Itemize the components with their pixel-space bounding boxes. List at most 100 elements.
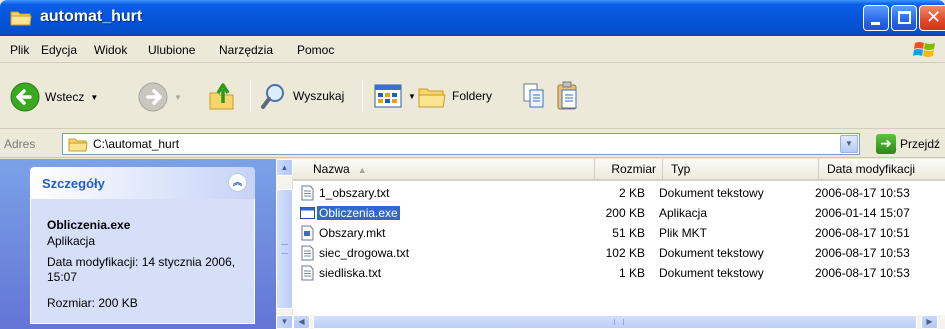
file-size: 2 KB (618, 186, 645, 200)
column-headers: Nazwa ▲ Rozmiar Typ Data modyfikacji (293, 159, 945, 181)
folder-icon (10, 11, 32, 26)
up-folder-button[interactable] (207, 81, 237, 111)
folders-label: Foldery (452, 89, 493, 103)
details-size: Rozmiar: 200 KB (47, 296, 138, 310)
minimize-button[interactable] (863, 5, 889, 31)
file-type: Dokument tekstowy (659, 266, 764, 280)
copy-to-button[interactable] (522, 82, 546, 110)
address-bar: Adres C:\automat_hurt ▼ ➜ Przejdź (0, 130, 945, 158)
file-date: 2006-08-17 10:53 (815, 246, 910, 260)
scroll-down-icon[interactable]: ▼ (276, 315, 293, 329)
details-body: Obliczenia.exe Aplikacja Data modyfikacj… (30, 199, 255, 324)
search-button[interactable]: Wyszukaj (260, 82, 344, 110)
table-row[interactable]: siec_drogowa.txt 102 KB Dokument tekstow… (293, 243, 945, 263)
details-panel: Szczegóły ︽ Obliczenia.exe Aplikacja Dat… (30, 167, 255, 324)
menu-ulubione[interactable]: Ulubione (148, 43, 195, 57)
folders-icon (418, 88, 446, 108)
file-name: siedliska.txt (319, 266, 382, 280)
file-type: Dokument tekstowy (659, 186, 764, 200)
title-bar[interactable]: automat_hurt ✕ (0, 0, 945, 36)
address-label: Adres (4, 137, 36, 151)
file-date: 2006-01-14 15:07 (815, 206, 910, 220)
file-type: Dokument tekstowy (659, 246, 764, 260)
forward-dropdown-icon[interactable]: ▼ (174, 93, 182, 102)
file-size: 200 KB (605, 206, 645, 220)
column-header-type[interactable]: Typ (663, 159, 819, 179)
table-row[interactable]: 1_obszary.txt 2 KB Dokument tekstowy 200… (293, 183, 945, 203)
scroll-right-icon[interactable]: ▶ (921, 315, 938, 329)
details-file-name: Obliczenia.exe (47, 218, 131, 232)
minimize-icon (871, 22, 880, 25)
close-button[interactable]: ✕ (919, 5, 945, 31)
column-header-date[interactable]: Data modyfikacji (819, 159, 945, 179)
file-type: Aplikacja (659, 206, 708, 220)
file-name: siec_drogowa.txt (319, 246, 410, 260)
column-header-name[interactable]: Nazwa ▲ (293, 159, 595, 179)
address-path: C:\automat_hurt (93, 137, 180, 151)
views-dropdown-icon[interactable]: ▼ (408, 92, 416, 101)
task-pane: Szczegóły ︽ Obliczenia.exe Aplikacja Dat… (0, 159, 276, 329)
table-row[interactable]: Obliczenia.exe 200 KB Aplikacja 2006-01-… (293, 203, 945, 223)
file-date: 2006-08-17 10:53 (815, 266, 910, 280)
up-folder-icon (209, 83, 234, 110)
back-label: Wstecz (45, 90, 85, 104)
maximize-icon (898, 11, 911, 24)
details-header[interactable]: Szczegóły ︽ (30, 167, 255, 199)
menu-pomoc[interactable]: Pomoc (297, 43, 334, 57)
column-header-size[interactable]: Rozmiar (595, 159, 663, 179)
scroll-up-icon[interactable]: ▲ (276, 159, 293, 176)
file-size: 1 KB (618, 266, 645, 280)
horizontal-scroll-thumb[interactable] (313, 315, 917, 329)
file-name: 1_obszary.txt (319, 186, 390, 200)
back-arrow-icon (10, 82, 40, 112)
menu-bar: Plik Edycja Widok Ulubione Narzędzia Pom… (0, 36, 945, 63)
table-row[interactable]: Obszary.mkt 51 KB Plik MKT 2006-08-17 10… (293, 223, 945, 243)
menu-plik[interactable]: Plik (10, 43, 29, 57)
menu-edycja[interactable]: Edycja (41, 43, 77, 57)
details-title: Szczegóły (42, 176, 105, 191)
paste-icon (557, 81, 577, 110)
back-dropdown-icon[interactable]: ▼ (90, 93, 98, 102)
sort-ascending-icon: ▲ (357, 165, 367, 175)
table-row[interactable]: siedliska.txt 1 KB Dokument tekstowy 200… (293, 263, 945, 283)
window-title: automat_hurt (40, 8, 143, 25)
windows-logo-icon (913, 42, 935, 57)
text-file-icon (301, 265, 314, 281)
paste-button[interactable] (556, 81, 580, 111)
file-name: Obliczenia.exe (317, 206, 400, 220)
search-label: Wyszukaj (293, 89, 345, 103)
copy-icon (523, 83, 544, 108)
file-size: 102 KB (605, 246, 645, 260)
go-label: Przejdź (900, 137, 941, 151)
folder-icon (68, 138, 88, 152)
vertical-scrollbar[interactable]: ▲ (276, 159, 293, 315)
file-size: 51 KB (612, 226, 645, 240)
file-date: 2006-08-17 10:51 (815, 226, 910, 240)
forward-button[interactable]: ▼ (138, 82, 182, 112)
file-type: Plik MKT (659, 226, 707, 240)
details-modified: Data modyfikacji: 14 stycznia 2006, 15:0… (47, 255, 236, 284)
collapse-chevron-icon[interactable]: ︽ (228, 173, 247, 192)
text-file-icon (301, 245, 314, 261)
folders-button[interactable]: Foldery (417, 83, 492, 109)
menu-narzedzia[interactable]: Narzędzia (219, 43, 273, 57)
exe-file-icon (300, 207, 315, 219)
forward-arrow-icon (138, 82, 168, 112)
views-button[interactable]: ▼ (374, 84, 416, 108)
vertical-scroll-thumb[interactable] (276, 189, 293, 309)
address-input[interactable]: C:\automat_hurt ▼ (62, 133, 860, 155)
text-file-icon (301, 185, 314, 201)
address-dropdown-icon[interactable]: ▼ (840, 135, 858, 153)
selected-file-name: Obliczenia.exe (317, 206, 400, 220)
back-button[interactable]: Wstecz ▼ (10, 82, 98, 112)
toolbar: Wstecz ▼ ▼ Wyszukaj ▼ Foldery (0, 64, 945, 129)
scroll-left-icon[interactable]: ◀ (293, 315, 310, 329)
horizontal-scrollbar[interactable]: ◀ ▶ (293, 315, 945, 329)
maximize-button[interactable] (891, 5, 917, 31)
close-icon: ✕ (926, 7, 942, 28)
menu-widok[interactable]: Widok (94, 43, 127, 57)
mkt-file-icon (301, 225, 314, 241)
go-button[interactable]: ➜ Przejdź (876, 134, 940, 154)
search-icon (261, 84, 284, 109)
file-list[interactable]: ▲ ▼ Nazwa ▲ Rozmiar Typ Data modyfikacji … (276, 159, 945, 329)
